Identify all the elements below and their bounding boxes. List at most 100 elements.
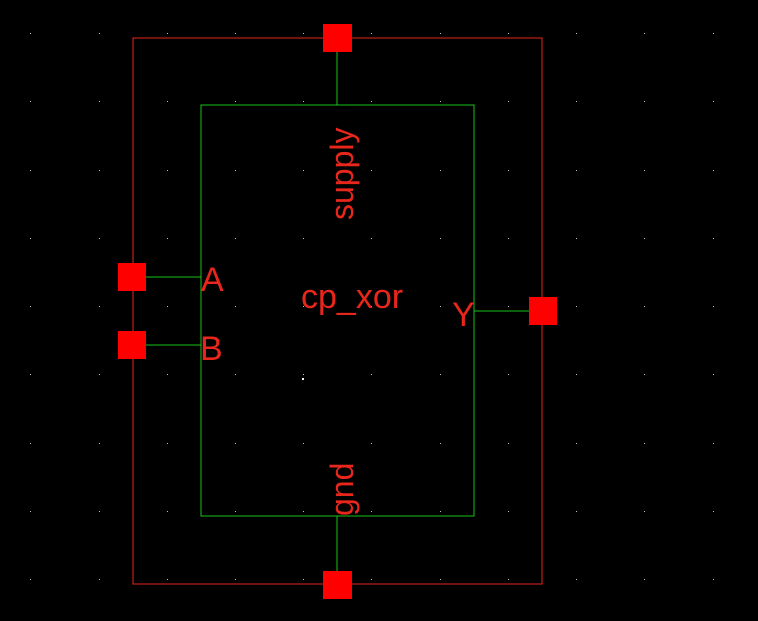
grid-dot — [713, 170, 714, 171]
grid-dot — [235, 443, 236, 444]
pin-b[interactable] — [118, 331, 146, 359]
grid-dot — [508, 374, 509, 375]
grid-dot — [167, 238, 168, 239]
grid-dot — [99, 374, 100, 375]
grid-dot — [576, 101, 577, 102]
grid-dot — [644, 511, 645, 512]
grid-dot — [303, 170, 304, 171]
grid-dot — [576, 33, 577, 34]
grid-dot — [167, 374, 168, 375]
grid-dot — [235, 170, 236, 171]
grid-dot — [508, 238, 509, 239]
grid-dot — [576, 579, 577, 580]
pin-label-y: Y — [452, 296, 475, 334]
grid-dot — [235, 101, 236, 102]
grid-dot — [644, 374, 645, 375]
grid-dot — [30, 374, 31, 375]
schematic-canvas[interactable]: supply gnd A B Y cp_xor — [0, 0, 758, 621]
grid-dot — [644, 238, 645, 239]
pin-gnd[interactable] — [323, 571, 352, 599]
grid-dot — [99, 170, 100, 171]
grid-dot — [30, 306, 31, 307]
grid-dot — [99, 238, 100, 239]
grid-dot — [508, 306, 509, 307]
grid-dot — [508, 443, 509, 444]
pin-label-supply: supply — [324, 128, 360, 221]
grid-dot — [167, 170, 168, 171]
grid-dot — [644, 306, 645, 307]
grid-dot — [30, 443, 31, 444]
grid-dot — [576, 238, 577, 239]
grid-dot — [644, 170, 645, 171]
grid-dot — [371, 579, 372, 580]
grid-dot — [713, 101, 714, 102]
grid-dot — [440, 511, 441, 512]
grid-dot — [644, 443, 645, 444]
grid-dot — [440, 170, 441, 171]
grid-dot — [371, 374, 372, 375]
grid-dot — [303, 579, 304, 580]
origin-marker — [302, 378, 304, 380]
grid-dot — [99, 511, 100, 512]
grid-dot — [303, 511, 304, 512]
grid-dot — [440, 238, 441, 239]
grid-dot — [440, 101, 441, 102]
grid-dot — [167, 306, 168, 307]
grid-dot — [644, 33, 645, 34]
grid-dot — [713, 511, 714, 512]
grid-dot — [99, 33, 100, 34]
grid-dot — [440, 579, 441, 580]
grid-dot — [576, 306, 577, 307]
grid-dot — [99, 579, 100, 580]
grid-dot — [303, 374, 304, 375]
grid-dot — [508, 579, 509, 580]
cell-name-label: cp_xor — [301, 278, 403, 316]
pin-label-a: A — [201, 261, 224, 299]
grid-dot — [167, 579, 168, 580]
grid-dot — [371, 101, 372, 102]
grid-dot — [303, 238, 304, 239]
grid-dot — [644, 579, 645, 580]
grid-dot — [440, 33, 441, 34]
grid-dot — [167, 511, 168, 512]
grid-dot — [440, 374, 441, 375]
grid-dot — [576, 443, 577, 444]
grid-dot — [235, 579, 236, 580]
grid-dot — [371, 511, 372, 512]
grid-dot — [371, 443, 372, 444]
grid-dot — [235, 306, 236, 307]
grid-dot — [576, 374, 577, 375]
grid-dot — [235, 511, 236, 512]
grid-dot — [167, 443, 168, 444]
pin-label-b: B — [200, 330, 223, 368]
grid-dot — [235, 33, 236, 34]
grid-dot — [99, 443, 100, 444]
pin-label-gnd: gnd — [324, 463, 360, 516]
grid-dot — [371, 170, 372, 171]
grid-dot — [508, 511, 509, 512]
grid-dot — [30, 511, 31, 512]
grid-dot — [713, 374, 714, 375]
grid-dot — [576, 511, 577, 512]
grid-dot — [576, 170, 577, 171]
grid-dot — [30, 579, 31, 580]
grid-dot — [440, 306, 441, 307]
grid-dot — [30, 101, 31, 102]
pin-a[interactable] — [118, 263, 146, 291]
grid-dot — [508, 33, 509, 34]
grid-dot — [30, 238, 31, 239]
pin-y[interactable] — [529, 297, 557, 325]
grid-dot — [713, 33, 714, 34]
grid-dot — [235, 374, 236, 375]
grid-dot — [303, 443, 304, 444]
grid-dot — [713, 579, 714, 580]
grid-dot — [508, 170, 509, 171]
pin-supply[interactable] — [323, 24, 352, 52]
grid-dot — [167, 101, 168, 102]
grid-dot — [713, 238, 714, 239]
grid-dot — [713, 306, 714, 307]
grid-dot — [30, 170, 31, 171]
grid-dot — [99, 306, 100, 307]
grid-dot — [440, 443, 441, 444]
grid-dot — [371, 33, 372, 34]
